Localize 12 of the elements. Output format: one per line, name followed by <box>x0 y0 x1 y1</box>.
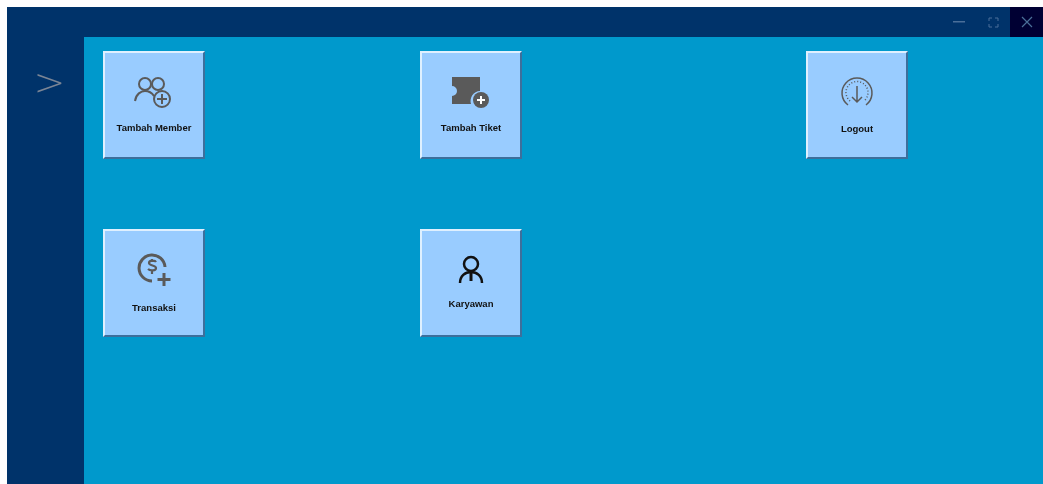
person-icon <box>457 254 485 285</box>
users-add-icon <box>134 74 174 109</box>
menu-tile[interactable]: Logout <box>806 51 908 159</box>
close-button[interactable] <box>1010 7 1043 37</box>
menu-tile[interactable]: Tambah Member <box>103 51 205 159</box>
menu-tile[interactable]: Transaksi <box>103 229 205 337</box>
menu-tile[interactable]: Karyawan <box>420 229 522 337</box>
maximize-icon <box>987 16 999 28</box>
minimize-icon <box>953 21 965 23</box>
ticket-add-icon <box>450 74 492 109</box>
close-icon <box>1020 16 1033 28</box>
menu-tile[interactable]: Tambah Tiket <box>420 51 522 159</box>
